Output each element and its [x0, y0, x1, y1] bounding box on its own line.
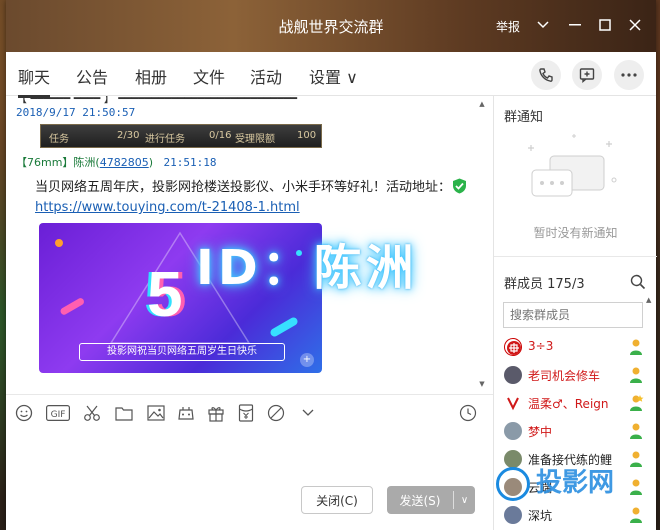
member-row[interactable]: 梦中	[494, 420, 657, 442]
tab-announcement[interactable]: 公告	[76, 64, 108, 88]
tab-settings[interactable]: 设置 ∨	[309, 64, 358, 88]
phone-icon	[539, 68, 553, 82]
group-chat-window: 战舰世界交流群 举报 聊天 公告 相册 文件 活动 设置 ∨ 【 ━━━━━━ …	[6, 0, 657, 530]
member-row[interactable]: 深坑	[494, 504, 657, 526]
message-text: 当贝网络五周年庆，投影网抢楼送投影仪、小米手环等好礼！活动地址：	[35, 180, 452, 195]
member-role-star-icon	[630, 395, 644, 411]
member-list-scrollbar[interactable]: ▲	[646, 296, 654, 526]
message-input[interactable]	[6, 430, 493, 490]
chat-scrollbar[interactable]: ▲ ▼	[478, 96, 486, 392]
task-count: 2/30	[117, 130, 140, 141]
member-role-icon	[630, 423, 642, 439]
member-role-icon	[630, 507, 642, 523]
phone-call-button[interactable]	[531, 60, 561, 90]
maximize-icon[interactable]	[594, 14, 616, 36]
scissors-icon[interactable]	[82, 403, 102, 423]
report-button[interactable]: 举报	[496, 18, 520, 35]
member-name: 梦中	[528, 425, 553, 439]
emoji-icon[interactable]	[14, 403, 34, 423]
tab-files[interactable]: 文件	[193, 64, 225, 88]
truncated-previous-message: 【 ━━━━━━ ━━━━ 】 ━━━━━━━━━━━━━━━━━━━━━━━━…	[16, 96, 298, 105]
chat-message-area[interactable]: 【 ━━━━━━ ━━━━ 】 ━━━━━━━━━━━━━━━━━━━━━━━━…	[6, 96, 486, 392]
empty-notice-illustration	[528, 134, 617, 197]
svg-text:GIF: GIF	[51, 410, 66, 420]
avatar	[504, 366, 522, 384]
member-role-icon	[630, 479, 642, 495]
watermark-text: 投影网	[536, 468, 615, 498]
sender-id-link[interactable]: 4782805	[100, 156, 149, 169]
window-title: 战舰世界交流群	[278, 18, 384, 36]
member-name: 老司机会修车	[528, 369, 601, 383]
shake-icon[interactable]	[266, 403, 286, 423]
notice-title: 群通知	[504, 110, 544, 125]
more-dots-icon	[621, 73, 637, 77]
member-row[interactable]: 温柔♂、Reign	[494, 392, 657, 414]
avatar	[504, 506, 522, 524]
image-icon[interactable]	[146, 403, 166, 423]
avatar	[504, 394, 522, 412]
task-label: 任务	[49, 134, 69, 145]
member-role-icon	[630, 451, 642, 467]
running-task-count: 0/16	[209, 130, 232, 141]
member-search-input[interactable]	[503, 302, 643, 328]
member-role-icon	[630, 339, 642, 355]
overlay-id-text: ID：陈洲	[196, 240, 418, 296]
close-button[interactable]: 关闭(C)	[301, 486, 373, 514]
scroll-up-icon[interactable]: ▲	[646, 296, 651, 304]
title-bar: 战舰世界交流群 举报	[6, 0, 656, 52]
member-name: 深坑	[528, 509, 553, 523]
accept-limit-label: 受理限额	[235, 134, 275, 145]
avatar	[504, 338, 522, 356]
promo-caption: 投影网祝当贝网络五周岁生日快乐	[79, 343, 285, 361]
more-button[interactable]	[614, 60, 644, 90]
tab-album[interactable]: 相册	[135, 64, 167, 88]
members-title: 群成员 175/3	[504, 277, 585, 292]
send-button[interactable]: 发送(S) ∨	[387, 486, 475, 514]
sender-name[interactable]: 【76mm】陈洲(	[16, 156, 100, 169]
send-label: 发送(S)	[399, 493, 441, 508]
search-icon[interactable]	[630, 274, 646, 290]
gamepad-icon[interactable]	[176, 403, 196, 423]
red-packet-icon[interactable]	[236, 403, 256, 423]
scroll-down-icon[interactable]: ▼	[478, 380, 486, 388]
send-options-chevron-icon[interactable]: ∨	[454, 495, 475, 506]
close-icon[interactable]	[624, 14, 646, 36]
tab-bar: 聊天 公告 相册 文件 活动 设置 ∨	[6, 52, 656, 98]
folder-icon[interactable]	[114, 403, 134, 423]
composer-toolbar: GIF	[6, 394, 493, 430]
member-name: 温柔♂、Reign	[528, 397, 609, 411]
activity-link[interactable]: https://www.touying.com/t-21408-1.html	[35, 200, 300, 215]
accept-limit-count: 100	[297, 130, 317, 141]
history-clock-icon[interactable]	[458, 403, 478, 423]
add-message-icon	[579, 68, 595, 83]
chevron-down-icon[interactable]	[532, 14, 554, 36]
scroll-up-icon[interactable]: ▲	[478, 100, 486, 108]
minimize-icon[interactable]	[564, 14, 586, 36]
member-row[interactable]: 3÷3	[494, 336, 657, 358]
expand-image-icon[interactable]: +	[300, 353, 314, 367]
member-row[interactable]: 老司机会修车	[494, 364, 657, 386]
message-timestamp: 2018/9/17 21:50:57	[16, 106, 136, 119]
tab-activity[interactable]: 活动	[250, 64, 282, 88]
member-name: 3÷3	[528, 339, 554, 353]
verified-shield-icon	[453, 178, 466, 194]
avatar	[504, 450, 522, 468]
watermark-logo	[496, 467, 530, 501]
message-time: 21:51:18	[163, 156, 217, 169]
add-chat-button[interactable]	[572, 60, 602, 90]
task-strip-image[interactable]: 任务 2/30 进行任务 0/16 受理限额 100	[40, 124, 322, 148]
gift-icon[interactable]	[206, 403, 226, 423]
promo-number: 5	[147, 258, 183, 330]
member-role-icon	[630, 367, 642, 383]
more-tools-chevron-icon[interactable]	[298, 403, 318, 423]
tab-chat[interactable]: 聊天	[18, 64, 51, 98]
message-sender-line: 【76mm】陈洲(4782805) 21:51:18	[16, 156, 217, 169]
running-task-label: 进行任务	[145, 134, 185, 145]
notice-empty-text: 暂时没有新通知	[533, 226, 618, 240]
gif-icon[interactable]: GIF	[46, 403, 70, 423]
avatar	[504, 422, 522, 440]
